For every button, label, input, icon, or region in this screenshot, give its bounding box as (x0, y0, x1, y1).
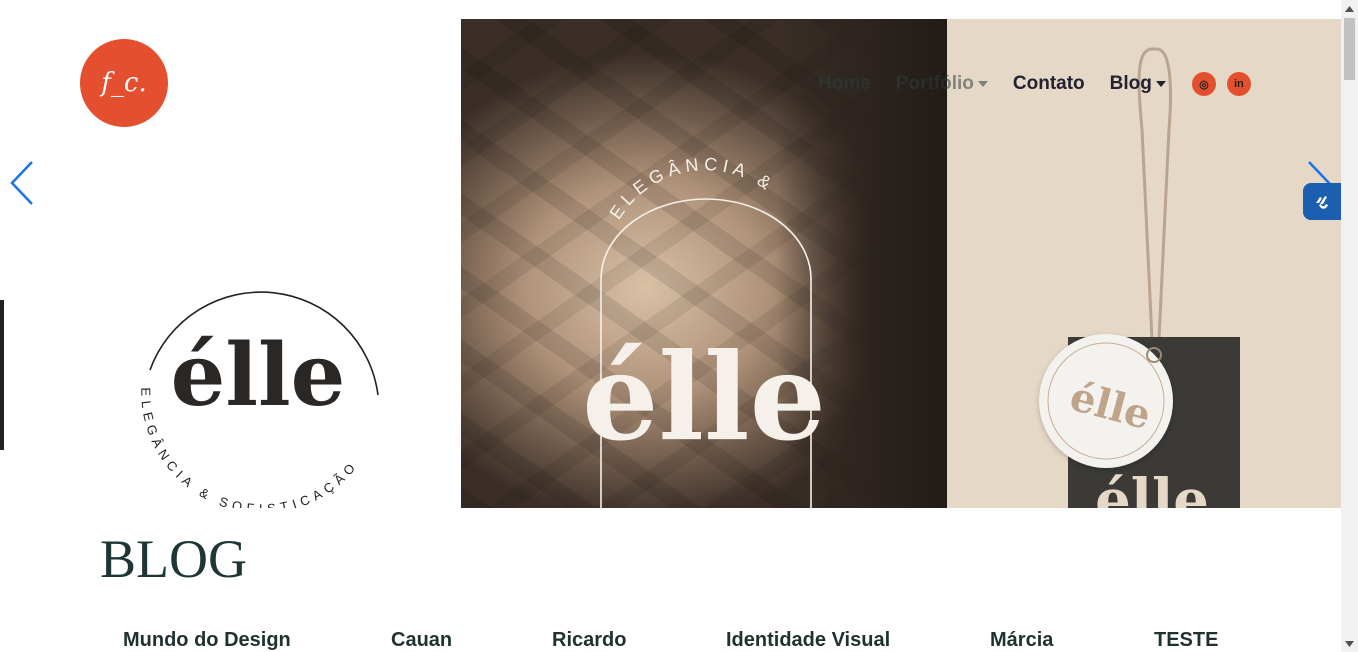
blog-categories: Mundo do Design Cauan Ricardo Identidade… (0, 629, 1341, 652)
photo-arc-text: ELEGÂNCIA & (606, 154, 779, 223)
triangle-up-icon (1345, 5, 1354, 12)
nav-contato[interactable]: Contato (1013, 73, 1085, 95)
photo-brand-word: élle (582, 327, 826, 468)
category-cauan[interactable]: Cauan (391, 629, 452, 652)
blog-title: BLOG (100, 529, 247, 589)
category-mundo-do-design[interactable]: Mundo do Design (123, 629, 291, 652)
linkedin-icon[interactable]: in (1226, 72, 1251, 96)
tag-bottom-word: élle (1095, 467, 1209, 508)
scroll-up-button[interactable] (1341, 0, 1358, 17)
main-nav: Home Portfólio Contato Blog ◎ in (818, 72, 1251, 96)
category-marcia[interactable]: Márcia (990, 629, 1053, 652)
triangle-down-icon (1345, 640, 1354, 647)
brand-word: élle (171, 325, 346, 426)
vertical-scrollbar[interactable] (1341, 0, 1358, 652)
instagram-icon[interactable]: ◎ (1191, 72, 1216, 96)
scrollbar-thumb[interactable] (1344, 18, 1355, 80)
site-logo[interactable]: f_c. (80, 39, 168, 127)
caret-down-icon (1155, 81, 1166, 87)
tag-brand-word: élle (1065, 373, 1156, 439)
nav-portfolio[interactable]: Portfólio (896, 73, 988, 95)
category-teste[interactable]: TESTE (1154, 629, 1218, 652)
elle-brand-mark: ELEGÂNCIA & SOFISTICAÇÃO élle (138, 291, 379, 508)
chevron-left-icon (10, 161, 33, 205)
sign-language-icon (1316, 195, 1328, 209)
caret-down-icon (977, 81, 988, 87)
accessibility-button[interactable] (1303, 183, 1341, 220)
carousel-prev-button[interactable] (8, 158, 38, 208)
logo-text: f_c. (101, 68, 147, 98)
nav-blog[interactable]: Blog (1110, 73, 1166, 95)
nav-home[interactable]: Home (818, 73, 871, 95)
category-ricardo[interactable]: Ricardo (552, 629, 626, 652)
page: ELEGÂNCIA & SOFISTICAÇÃO élle ELEGÂNCIA … (0, 0, 1358, 652)
previous-slide-edge (0, 300, 4, 450)
scroll-down-button[interactable] (1341, 635, 1358, 652)
category-identidade-visual[interactable]: Identidade Visual (726, 629, 890, 652)
